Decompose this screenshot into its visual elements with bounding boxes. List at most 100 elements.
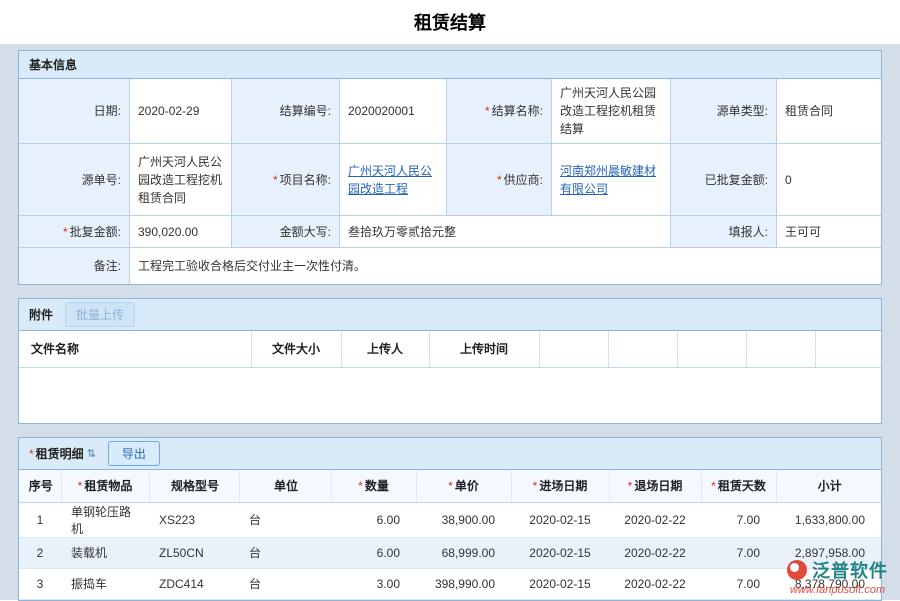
supplier-link[interactable]: 河南郑州晨敏建材有限公司 (560, 162, 662, 198)
cell-exit-date: 2020-02-22 (609, 502, 701, 537)
required-mark: * (78, 479, 83, 493)
cell-item: 振捣车 (61, 568, 149, 599)
project-value: 广州天河人民公园改造工程 (340, 144, 447, 216)
preparer-label: 填报人: (671, 216, 777, 248)
cell-subtotal: 8,378,790.00 (776, 568, 881, 599)
cell-quantity: 6.00 (331, 502, 416, 537)
col-header-upload-time: 上传时间 (429, 331, 539, 367)
approval-amount-label-text: 批复金额: (70, 223, 121, 241)
cell-spec: ZDC414 (149, 568, 239, 599)
settlement-no-label: 结算编号: (232, 79, 340, 144)
required-mark: * (711, 479, 716, 493)
page-title: 租赁结算 (414, 9, 486, 35)
rental-detail-title: * 租赁明细 ⇅ (29, 445, 96, 462)
cell-index: 2 (19, 537, 61, 568)
amount-words-label: 金额大写: (232, 216, 340, 248)
supplier-label: * 供应商: (447, 144, 552, 216)
source-type-value: 租赁合同 (777, 79, 881, 144)
required-mark: * (63, 223, 68, 241)
basic-info-grid: 日期: 2020-02-29 结算编号: 2020020001 * 结算名称: … (19, 79, 881, 284)
approved-amount-label-text: 已批复金额: (705, 171, 768, 189)
cell-entry-date: 2020-02-15 (511, 568, 609, 599)
cell-unit-price: 398,990.00 (416, 568, 511, 599)
required-mark: * (273, 171, 278, 189)
settlement-name-label-text: 结算名称: (492, 102, 543, 120)
supplier-value: 河南郑州晨敏建材有限公司 (552, 144, 671, 216)
cell-rental-days: 7.00 (701, 502, 776, 537)
date-value: 2020-02-29 (130, 79, 232, 144)
project-label: * 项目名称: (232, 144, 340, 216)
attachments-empty-area (19, 367, 881, 423)
date-label: 日期: (19, 79, 130, 144)
col-label: 规格型号 (171, 479, 219, 493)
attachments-panel: 附件 批量上传 文件名称 文件大小 上传人 上传时间 (18, 298, 882, 424)
cell-rental-days: 7.00 (701, 537, 776, 568)
rental-detail-header: * 租赁明细 ⇅ 导出 (19, 438, 881, 470)
required-mark: * (485, 102, 490, 120)
col-label: 进场日期 (539, 479, 587, 493)
cell-unit-price: 38,900.00 (416, 502, 511, 537)
required-mark: * (29, 447, 34, 461)
col-header-file-size: 文件大小 (251, 331, 341, 367)
amount-words-label-text: 金额大写: (280, 223, 331, 241)
rental-detail-table: 序号 *租赁物品 规格型号 单位 *数量 *单价 *进场日期 *退场日期 *租赁… (19, 470, 881, 600)
table-row: 1 单钢轮压路机 XS223 台 6.00 38,900.00 2020-02-… (19, 502, 881, 537)
cell-unit: 台 (239, 502, 331, 537)
cell-index: 3 (19, 568, 61, 599)
cell-spec: ZL50CN (149, 537, 239, 568)
title-bar: 租赁结算 (0, 0, 900, 44)
basic-info-panel: 基本信息 日期: 2020-02-29 结算编号: 2020020001 * 结… (18, 50, 882, 285)
rental-detail-panel: * 租赁明细 ⇅ 导出 序号 *租赁物品 规格型号 单位 *数量 *单价 (18, 437, 882, 601)
source-no-label: 源单号: (19, 144, 130, 216)
supplier-label-text: 供应商: (504, 171, 543, 189)
project-label-text: 项目名称: (280, 171, 331, 189)
approved-amount-label: 已批复金额: (671, 144, 777, 216)
settlement-no-value: 2020020001 (340, 79, 447, 144)
attachments-header-row: 文件名称 文件大小 上传人 上传时间 (19, 331, 881, 367)
source-type-label-text: 源单类型: (717, 102, 768, 120)
remark-label-text: 备注: (94, 257, 121, 275)
col-header-empty (815, 331, 881, 367)
col-header-empty (608, 331, 677, 367)
cell-quantity: 3.00 (331, 568, 416, 599)
cell-subtotal: 2,897,958.00 (776, 537, 881, 568)
settlement-name-label: * 结算名称: (447, 79, 552, 144)
amount-words-value: 叁拾玖万零贰拾元整 (340, 216, 671, 248)
source-no-label-text: 源单号: (82, 171, 121, 189)
attachments-header: 附件 批量上传 (19, 299, 881, 331)
col-label: 小计 (818, 479, 842, 493)
cell-item: 单钢轮压路机 (61, 502, 149, 537)
batch-upload-button[interactable]: 批量上传 (65, 302, 135, 327)
settlement-no-label-text: 结算编号: (280, 102, 331, 120)
cell-entry-date: 2020-02-15 (511, 502, 609, 537)
col-header-empty (746, 331, 815, 367)
export-button[interactable]: 导出 (108, 441, 160, 466)
col-header-rental-days: *租赁天数 (701, 470, 776, 502)
detail-header-row: 序号 *租赁物品 规格型号 单位 *数量 *单价 *进场日期 *退场日期 *租赁… (19, 470, 881, 502)
basic-info-title: 基本信息 (29, 56, 77, 73)
cell-rental-days: 7.00 (701, 568, 776, 599)
attachments-title: 附件 (29, 306, 53, 323)
col-header-entry-date: *进场日期 (511, 470, 609, 502)
col-label: 单位 (274, 479, 298, 493)
cell-unit: 台 (239, 537, 331, 568)
cell-item: 装载机 (61, 537, 149, 568)
col-header-uploader: 上传人 (341, 331, 429, 367)
approval-amount-label: * 批复金额: (19, 216, 130, 248)
col-label: 数量 (365, 479, 389, 493)
settlement-name-value: 广州天河人民公园改造工程挖机租赁结算 (552, 79, 671, 144)
required-mark: * (358, 479, 363, 493)
cell-unit-price: 68,999.00 (416, 537, 511, 568)
source-type-label: 源单类型: (671, 79, 777, 144)
table-row: 3 振捣车 ZDC414 台 3.00 398,990.00 2020-02-1… (19, 568, 881, 599)
sort-icon[interactable]: ⇅ (87, 447, 96, 460)
col-header-exit-date: *退场日期 (609, 470, 701, 502)
approval-amount-value: 390,020.00 (130, 216, 232, 248)
col-label: 租赁天数 (718, 479, 766, 493)
col-header-index: 序号 (19, 470, 61, 502)
remark-value: 工程完工验收合格后交付业主一次性付清。 (130, 248, 881, 284)
required-mark: * (628, 479, 633, 493)
cell-subtotal: 1,633,800.00 (776, 502, 881, 537)
col-header-quantity: *数量 (331, 470, 416, 502)
project-link[interactable]: 广州天河人民公园改造工程 (348, 162, 438, 198)
